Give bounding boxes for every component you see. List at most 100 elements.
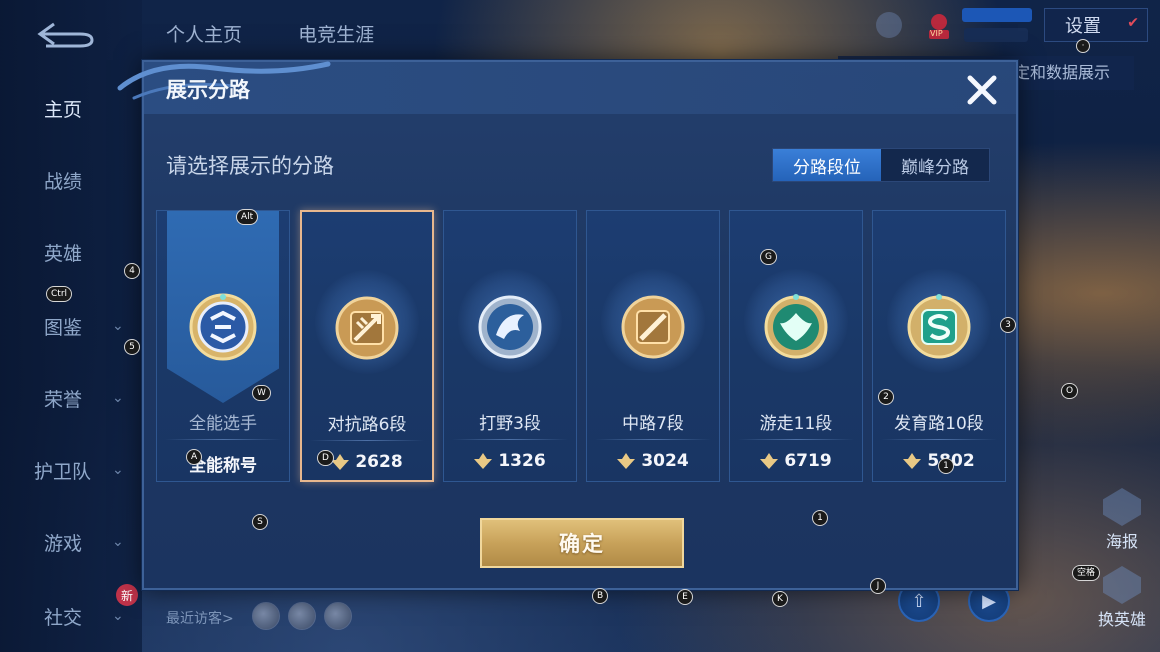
card-name: 全能选手 xyxy=(189,414,257,434)
card-score-value: 2628 xyxy=(355,452,403,472)
card-divider xyxy=(452,439,568,440)
card-score: 3024 xyxy=(587,451,719,471)
tab-esports-career[interactable]: 电竞生涯 xyxy=(298,24,374,46)
profile-tabs: 个人主页 电竞生涯 xyxy=(166,20,424,47)
nav-item-guard[interactable]: 护卫队 ⌄ xyxy=(0,450,142,490)
nav-item-label: 荣誉 xyxy=(44,388,83,411)
lane-type-toggle: 分路段位 巅峰分路 xyxy=(772,148,990,182)
key-hint-badge: 4 xyxy=(124,263,140,279)
vip-progress-tag xyxy=(962,8,1032,22)
nav-item-label: 战绩 xyxy=(44,170,83,193)
new-badge: 新 xyxy=(116,584,138,606)
card-divider xyxy=(595,439,711,440)
visitor-avatar[interactable] xyxy=(288,602,316,630)
poster-button[interactable]: 海报 xyxy=(1094,488,1150,552)
key-hint-badge: Alt xyxy=(236,209,259,225)
change-hero-icon xyxy=(1103,566,1141,604)
tab-peak-lane[interactable]: 巅峰分路 xyxy=(881,149,989,181)
chevron-down-icon: ⌄ xyxy=(112,534,124,550)
nav-item-game[interactable]: 游戏 ⌄ xyxy=(0,522,142,562)
chevron-down-icon: ⌄ xyxy=(112,390,124,406)
nav-item-label: 护卫队 xyxy=(34,460,92,483)
all-round-title-label: 全能称号 xyxy=(189,456,257,476)
nav-item-social[interactable]: 社交 ⌄ 新 xyxy=(0,584,142,636)
nav-item-label: 游戏 xyxy=(44,532,83,555)
lane-card-clash-lane[interactable]: 对抗路6段 2628 xyxy=(300,210,434,482)
nav-item-label: 图鉴 xyxy=(44,316,83,339)
lane-card-farm-lane[interactable]: 发育路10段 5802 xyxy=(872,210,1006,482)
card-divider xyxy=(165,439,281,440)
chevron-down-icon: ⌄ xyxy=(112,608,124,624)
tab-personal-home[interactable]: 个人主页 xyxy=(166,24,242,46)
rank-points-icon xyxy=(474,453,493,469)
play-icon: ▶ xyxy=(982,590,996,612)
key-hint-badge: K xyxy=(772,591,788,607)
card-divider xyxy=(881,439,997,440)
all-round-emblem-icon xyxy=(189,293,257,361)
key-hint-badge: W xyxy=(252,385,271,401)
alert-check-icon: ✔ xyxy=(1127,15,1139,31)
visitor-avatar[interactable] xyxy=(252,602,280,630)
rank-points-icon xyxy=(331,454,350,470)
nav-item-label: 社交 xyxy=(44,606,83,629)
vip-sub-tag xyxy=(964,28,1028,42)
visitor-avatar[interactable] xyxy=(324,602,352,630)
close-icon xyxy=(967,75,997,105)
card-divider xyxy=(738,439,854,440)
key-hint-dot: · xyxy=(1076,39,1090,53)
change-hero-button[interactable]: 换英雄 xyxy=(1094,566,1150,630)
modal-title: 展示分路 xyxy=(166,78,250,102)
lane-card-roam[interactable]: 游走11段 6719 xyxy=(729,210,863,482)
close-button[interactable] xyxy=(960,68,1004,112)
rank-points-icon xyxy=(617,453,636,469)
back-arrow-icon xyxy=(37,22,94,48)
nav-item-heroes[interactable]: 英雄 xyxy=(0,232,142,272)
up-arrow-icon: ⇧ xyxy=(911,590,927,612)
key-hint-badge: Ctrl xyxy=(46,286,73,302)
key-hint-badge: 5 xyxy=(124,339,140,355)
settings-label: 设置 xyxy=(1065,16,1101,37)
card-score-value: 3024 xyxy=(641,451,689,471)
rank-points-icon xyxy=(903,453,922,469)
lane-card-jungle[interactable]: 打野3段 1326 xyxy=(443,210,577,482)
recent-visitors-link[interactable]: 最近访客> xyxy=(166,608,234,628)
card-name: 游走11段 xyxy=(759,414,833,434)
card-name: 发育路10段 xyxy=(894,414,984,434)
chevron-down-icon: ⌄ xyxy=(112,462,124,478)
bell-icon[interactable] xyxy=(876,12,902,38)
nav-item-record[interactable]: 战绩 xyxy=(0,160,142,200)
key-hint-badge: 1 xyxy=(812,510,828,526)
nav-item-label: 主页 xyxy=(44,98,83,121)
vip-icon[interactable]: VIP xyxy=(924,10,954,40)
farm-lane-emblem-icon xyxy=(907,294,971,359)
card-score-value: 1326 xyxy=(498,451,546,471)
back-button[interactable] xyxy=(36,20,96,48)
select-lane-prompt: 请选择展示的分路 xyxy=(166,154,334,178)
lane-card-all-round[interactable]: 全能选手 全能称号 xyxy=(156,210,290,482)
card-divider xyxy=(310,440,424,441)
chevron-down-icon: ⌄ xyxy=(112,318,124,334)
key-hint-badge: G xyxy=(760,249,777,265)
poster-label: 海报 xyxy=(1105,532,1138,551)
lane-card-mid-lane[interactable]: 中路7段 3024 xyxy=(586,210,720,482)
key-hint-badge: 3 xyxy=(1000,317,1016,333)
key-hint-badge: S xyxy=(252,514,268,530)
nav-item-honor[interactable]: 荣誉 ⌄ xyxy=(0,378,142,418)
change-hero-label: 换英雄 xyxy=(1097,610,1146,629)
card-score: 1326 xyxy=(444,451,576,471)
key-hint-badge: O xyxy=(1061,383,1079,399)
confirm-button[interactable]: 确定 xyxy=(480,518,684,568)
settings-button[interactable]: 设置 ✔ xyxy=(1044,8,1148,42)
key-hint-badge: 1 xyxy=(938,458,954,474)
card-name: 中路7段 xyxy=(622,414,684,434)
jungle-emblem-icon xyxy=(478,295,542,359)
nav-item-codex[interactable]: 图鉴 ⌄ xyxy=(0,306,142,346)
key-hint-badge: 2 xyxy=(878,389,894,405)
tab-lane-rank[interactable]: 分路段位 xyxy=(773,149,881,181)
key-hint-badge: E xyxy=(677,589,693,605)
key-hint-badge: J xyxy=(870,578,886,594)
roam-emblem-icon xyxy=(764,294,828,359)
card-name: 打野3段 xyxy=(479,414,541,434)
vip-label: VIP xyxy=(930,29,943,38)
lane-card-list: 全能选手 全能称号 对抗路6段 2628 打野3段 1326 中路7段 3024… xyxy=(156,210,1008,482)
